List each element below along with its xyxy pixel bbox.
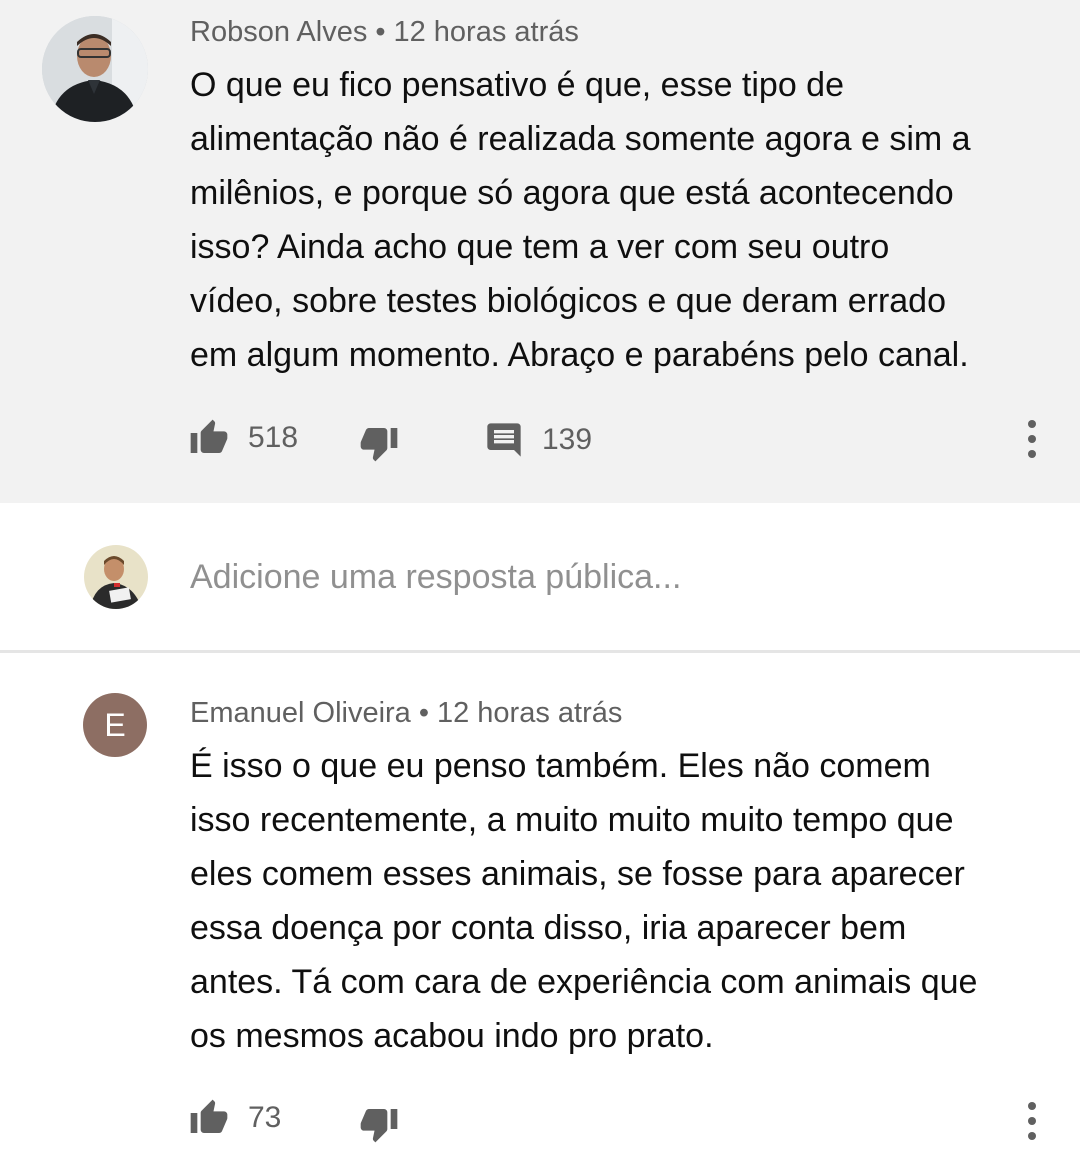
comment-line: O que eu fico pensativo é que, esse tipo…	[190, 66, 845, 104]
separator-dot: •	[418, 697, 429, 729]
like-button[interactable]: 518	[188, 418, 298, 458]
comment-time[interactable]: 12 horas atrás	[393, 16, 578, 48]
more-vert-icon	[1028, 420, 1036, 458]
comment-icon	[484, 420, 524, 460]
more-options-button[interactable]	[1018, 1100, 1046, 1147]
comment-line: isso? Ainda acho que tem a ver com seu o…	[190, 228, 890, 266]
reply-count: 139	[542, 423, 593, 456]
comment-meta: Emanuel Oliveira • 12 horas atrás	[190, 697, 622, 730]
comment-meta: Robson Alves • 12 horas atrás	[190, 16, 579, 49]
thumbs-up-icon	[188, 418, 230, 458]
avatar-robson[interactable]	[42, 16, 148, 122]
comment-line: vídeo, sobre testes biológicos e que der…	[190, 282, 947, 320]
reply-input[interactable]: Adicione uma resposta pública...	[190, 558, 681, 597]
like-count: 518	[248, 421, 299, 454]
comment-line: eles comem esses animais, se fosse para …	[190, 855, 965, 893]
comment-text: É isso o que eu penso também. Eles não c…	[190, 739, 977, 1063]
comment-line: milênios, e porque só agora que está aco…	[190, 174, 954, 212]
avatar-emanuel[interactable]: E	[83, 693, 147, 757]
reply-count-button[interactable]: 139	[484, 420, 592, 460]
separator-dot: •	[375, 16, 386, 48]
author-name[interactable]: Emanuel Oliveira	[190, 697, 411, 729]
comment-text: O que eu fico pensativo é que, esse tipo…	[190, 58, 971, 382]
comment-line: os mesmos acabou indo pro prato.	[190, 1017, 714, 1055]
more-vert-icon	[1028, 1102, 1036, 1140]
comment-line: em algum momento. Abraço e parabéns pelo…	[190, 336, 969, 374]
dislike-button[interactable]	[358, 1104, 400, 1144]
avatar-current-user	[84, 545, 148, 609]
comment-line: essa doença por conta disso, iria aparec…	[190, 909, 907, 947]
divider	[0, 650, 1080, 653]
comment-time[interactable]: 12 horas atrás	[437, 697, 622, 729]
thumbs-up-icon	[188, 1098, 230, 1138]
like-count: 73	[248, 1101, 282, 1134]
more-options-button[interactable]	[1018, 418, 1046, 465]
comment-line: É isso o que eu penso também. Eles não c…	[190, 747, 931, 785]
author-name[interactable]: Robson Alves	[190, 16, 367, 48]
thumbs-down-icon	[358, 423, 400, 463]
comment-line: alimentação não é realizada somente agor…	[190, 120, 971, 158]
thumbs-down-icon	[358, 1104, 400, 1144]
comment-line: isso recentemente, a muito muito muito t…	[190, 801, 954, 839]
like-button[interactable]: 73	[188, 1098, 281, 1138]
dislike-button[interactable]	[358, 423, 400, 463]
comment-line: antes. Tá com cara de experiência com an…	[190, 963, 978, 1001]
